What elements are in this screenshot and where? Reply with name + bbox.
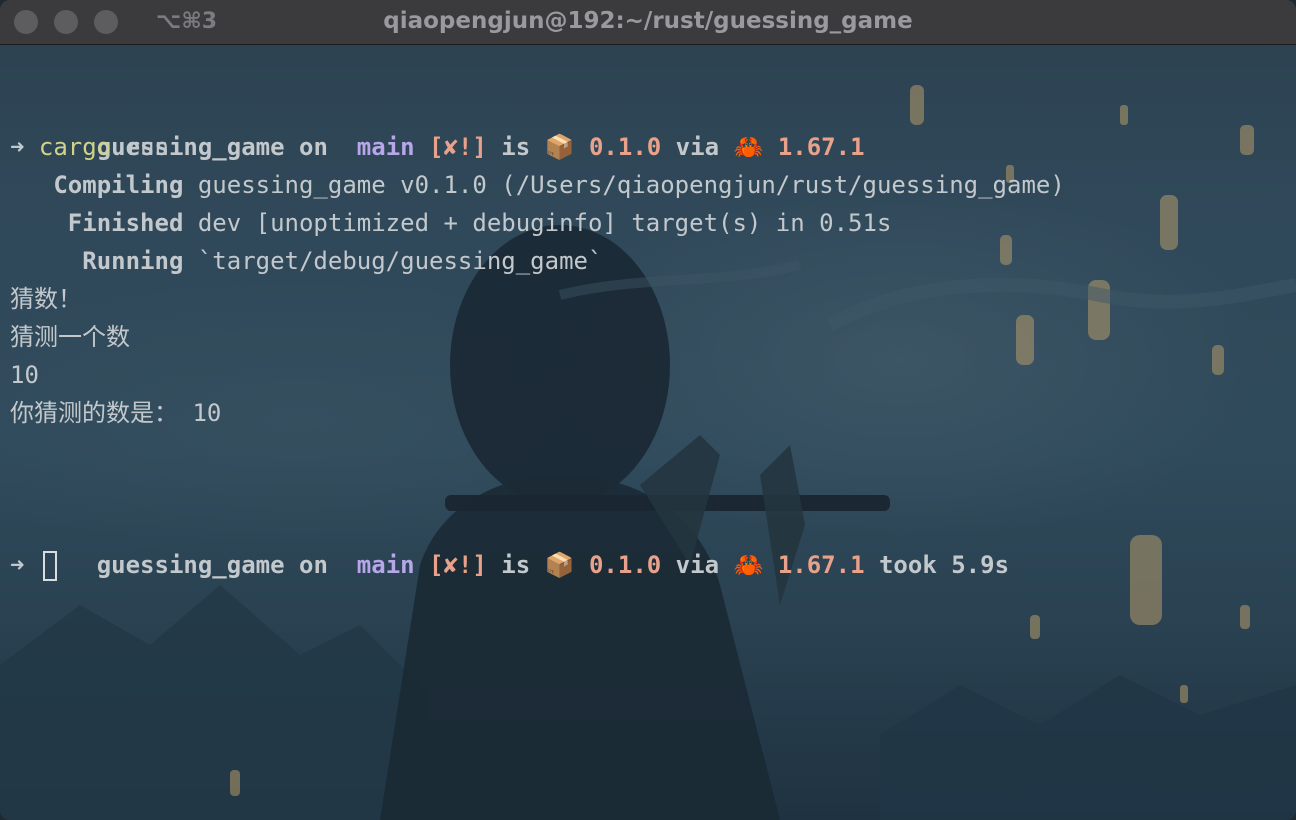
prompt-line: guessing_game on main [✘!] is 📦 0.1.0 vi… bbox=[10, 90, 1286, 161]
prompt-branch: main bbox=[342, 133, 415, 161]
command-name: cargo bbox=[38, 133, 112, 161]
prompt-git-status: [✘!] bbox=[414, 133, 487, 161]
prompt-line: guessing_game on main [✘!] is 📦 0.1.0 vi… bbox=[10, 508, 1286, 579]
prompt-on-text: on bbox=[284, 551, 343, 579]
terminal-window: ⌥⌘3 qiaopengjun@192:~/rust/guessing_game… bbox=[0, 0, 1296, 820]
running-line: Running `target/debug/guessing_game` bbox=[10, 242, 1286, 280]
prompt-git-status: [✘!] bbox=[414, 551, 487, 579]
finished-line: Finished dev [unoptimized + debuginfo] t… bbox=[10, 204, 1286, 242]
compiling-line: Compiling guessing_game v0.1.0 (/Users/q… bbox=[10, 166, 1286, 204]
program-output-line: 10 bbox=[10, 361, 39, 389]
finished-label: Finished bbox=[10, 209, 184, 237]
window-title: qiaopengjun@192:~/rust/guessing_game bbox=[383, 8, 913, 34]
prompt-via-text: via bbox=[661, 551, 734, 579]
rust-crab-icon: 🦀 bbox=[733, 133, 764, 161]
package-icon: 📦 bbox=[544, 551, 575, 579]
terminal-output[interactable]: guessing_game on main [✘!] is 📦 0.1.0 vi… bbox=[10, 90, 1286, 584]
prompt-is-text: is bbox=[486, 551, 545, 579]
program-output-line: 你猜测的数是： 10 bbox=[10, 399, 222, 427]
prompt-directory: guessing_game bbox=[96, 551, 285, 579]
rust-version: 1.67.1 bbox=[763, 133, 865, 161]
prompt-arrow: ➜ bbox=[10, 551, 39, 579]
title-bar: ⌥⌘3 qiaopengjun@192:~/rust/guessing_game bbox=[0, 0, 1296, 45]
text-cursor[interactable] bbox=[42, 551, 57, 581]
running-text: `target/debug/guessing_game` bbox=[183, 247, 603, 275]
package-version: 0.1.0 bbox=[574, 133, 662, 161]
prompt-on-text: on bbox=[284, 133, 343, 161]
rust-version: 1.67.1 bbox=[763, 551, 865, 579]
finished-text: dev [unoptimized + debuginfo] target(s) … bbox=[183, 209, 892, 237]
command-args: run bbox=[111, 133, 169, 161]
prompt-duration: took 5.9s bbox=[864, 551, 1010, 579]
rust-crab-icon: 🦀 bbox=[733, 551, 764, 579]
package-icon: 📦 bbox=[544, 133, 575, 161]
running-label: Running bbox=[10, 247, 184, 275]
compiling-text: guessing_game v0.1.0 (/Users/qiaopengjun… bbox=[183, 171, 1065, 199]
program-output-line: 猜数！ bbox=[10, 285, 82, 313]
package-version: 0.1.0 bbox=[574, 551, 662, 579]
prompt-is-text: is bbox=[486, 133, 545, 161]
program-output-line: 猜测一个数 bbox=[10, 323, 130, 351]
prompt-arrow: ➜ bbox=[10, 133, 39, 161]
prompt-branch: main bbox=[342, 551, 415, 579]
prompt-via-text: via bbox=[661, 133, 734, 161]
compiling-label: Compiling bbox=[10, 171, 184, 199]
